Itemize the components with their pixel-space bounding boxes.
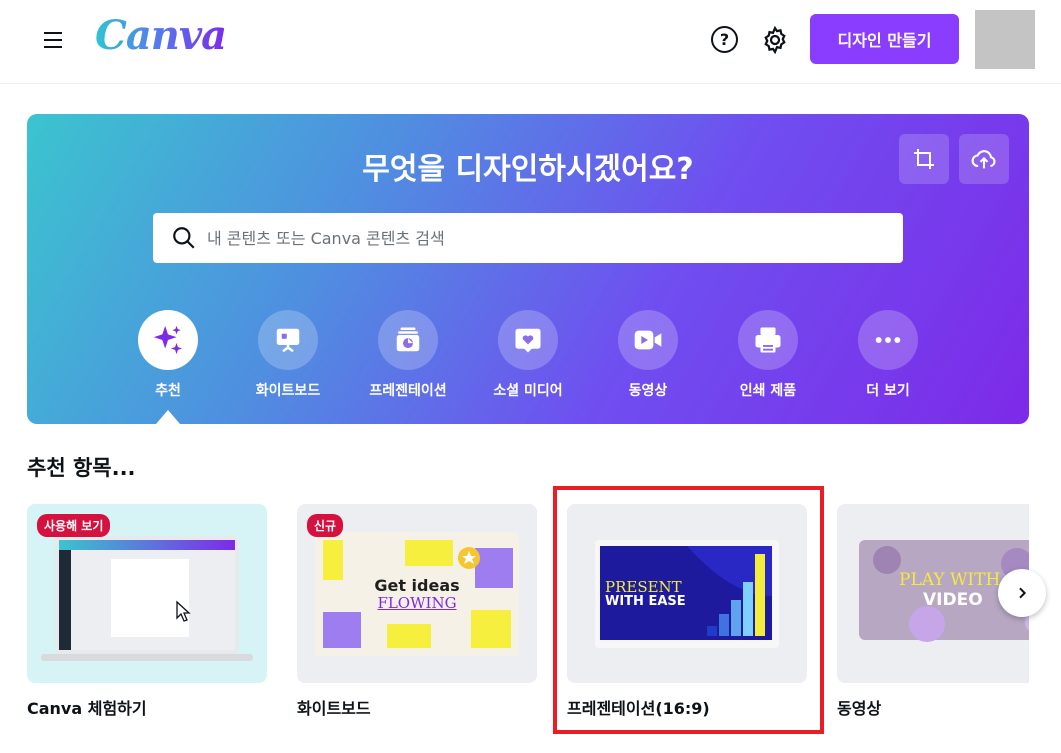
card-presentation[interactable]: PRESENT WITH EASE 프레젠테이션(16:9) bbox=[567, 504, 807, 719]
crop-button[interactable] bbox=[899, 134, 949, 184]
recommended-carousel: 사용해 보기 Canva 체험하기 신규 Get ideas FLOWING 화… bbox=[27, 504, 1029, 744]
whiteboard-icon bbox=[276, 328, 300, 353]
presentation-icon bbox=[396, 327, 420, 352]
card-canva-trial[interactable]: 사용해 보기 Canva 체험하기 bbox=[27, 504, 267, 719]
more-icon bbox=[875, 337, 901, 343]
card-video[interactable]: PLAY WITH VIDEO 동영상 bbox=[837, 504, 1029, 719]
search-input[interactable] bbox=[207, 228, 887, 248]
card-thumbnail: PRESENT WITH EASE bbox=[567, 504, 807, 683]
category-label: 인쇄 제품 bbox=[739, 383, 797, 399]
thumb-text-2: VIDEO bbox=[923, 590, 983, 610]
category-whiteboard[interactable]: 화이트보드 bbox=[233, 310, 343, 400]
upload-button[interactable] bbox=[959, 134, 1009, 184]
category-label: 동영상 bbox=[628, 383, 668, 399]
hamburger-menu-icon[interactable] bbox=[38, 26, 68, 54]
badge-try: 사용해 보기 bbox=[37, 514, 111, 537]
card-label: 프레젠테이션(16:9) bbox=[567, 699, 710, 718]
video-icon bbox=[634, 330, 662, 350]
card-whiteboard[interactable]: 신규 Get ideas FLOWING 화이트보드 bbox=[297, 504, 537, 719]
category-label: 더 보기 bbox=[866, 383, 910, 399]
printer-icon bbox=[755, 327, 781, 353]
category-print[interactable]: 인쇄 제품 bbox=[713, 310, 823, 400]
category-label: 프레젠테이션 bbox=[369, 383, 447, 399]
card-thumbnail: 신규 Get ideas FLOWING bbox=[297, 504, 537, 683]
hero-banner: 무엇을 디자인하시겠어요? 추천 bbox=[27, 114, 1029, 424]
create-design-button[interactable]: 디자인 만들기 bbox=[810, 14, 959, 64]
sparkle-icon bbox=[153, 325, 183, 355]
canva-logo[interactable]: Canva bbox=[95, 12, 227, 59]
thumb-text-2: FLOWING bbox=[377, 594, 457, 612]
active-category-pointer bbox=[156, 410, 180, 424]
category-more[interactable]: 더 보기 bbox=[833, 310, 943, 400]
thumb-text-1: Get ideas bbox=[374, 576, 460, 595]
top-bar: Canva ? 디자인 만들기 bbox=[0, 0, 1061, 84]
help-icon[interactable]: ? bbox=[711, 26, 738, 53]
search-icon bbox=[173, 227, 195, 249]
category-social-media[interactable]: 소셜 미디어 bbox=[473, 310, 583, 400]
chevron-right-icon bbox=[1019, 587, 1027, 599]
section-title: 추천 항목... bbox=[27, 456, 136, 480]
card-thumbnail: 사용해 보기 bbox=[27, 504, 267, 683]
card-label: Canva 체험하기 bbox=[27, 699, 147, 718]
category-label: 추천 bbox=[155, 383, 181, 399]
thumb-text-1: PLAY WITH bbox=[899, 570, 1001, 590]
card-label: 화이트보드 bbox=[297, 699, 371, 718]
category-row: 추천 화이트보드 프레젠테이션 소셜 미디어 동영상 인쇄 제품 더 보기 bbox=[107, 310, 987, 400]
gear-icon[interactable] bbox=[760, 25, 790, 55]
heart-icon bbox=[515, 328, 541, 353]
card-label: 동영상 bbox=[837, 699, 882, 718]
avatar[interactable] bbox=[975, 10, 1035, 69]
category-video[interactable]: 동영상 bbox=[593, 310, 703, 400]
search-bar[interactable] bbox=[153, 213, 903, 263]
category-recommended[interactable]: 추천 bbox=[113, 310, 223, 400]
thumb-text-2: WITH EASE bbox=[605, 594, 686, 609]
category-label: 소셜 미디어 bbox=[493, 383, 563, 399]
badge-new: 신규 bbox=[307, 514, 344, 537]
carousel-next-button[interactable] bbox=[998, 569, 1046, 617]
crop-icon bbox=[914, 149, 934, 169]
cloud-upload-icon bbox=[971, 150, 996, 169]
presentation-illustration bbox=[595, 540, 779, 648]
category-label: 화이트보드 bbox=[255, 383, 321, 399]
category-presentation[interactable]: 프레젠테이션 bbox=[353, 310, 463, 400]
hero-title: 무엇을 디자인하시겠어요? bbox=[362, 152, 694, 187]
